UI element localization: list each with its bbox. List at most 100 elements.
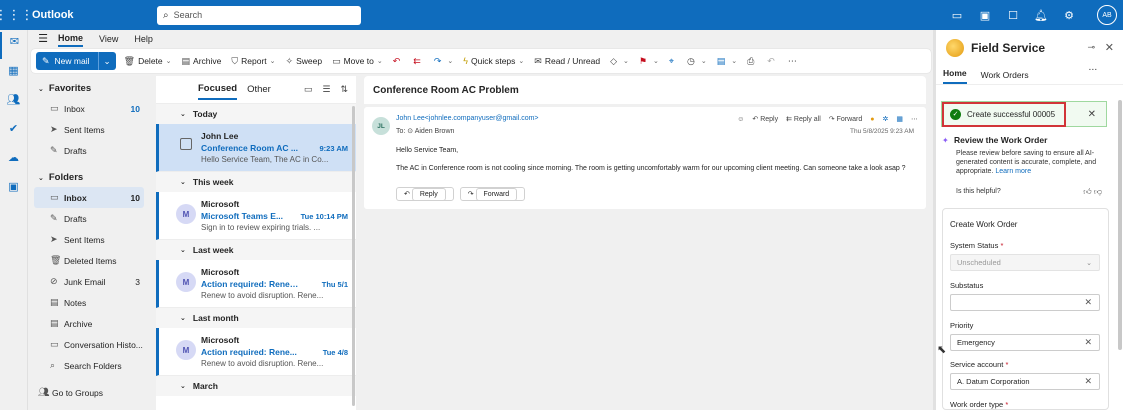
chevron-down-icon[interactable]: ⌄ <box>653 57 659 65</box>
reply-action[interactable]: ↶ Reply <box>752 115 778 123</box>
print-button[interactable]: ⎙ <box>747 56 757 67</box>
folders-header[interactable]: ⌄ Folders <box>28 165 154 187</box>
pin-button[interactable]: ⌖ <box>669 56 677 67</box>
message-item[interactable]: M Microsoft Action required: Rene... Tue… <box>156 328 356 376</box>
app-name[interactable]: Outlook <box>28 9 158 21</box>
learn-more-link[interactable]: Learn more <box>995 168 1031 175</box>
folder-inbox[interactable]: ▭ Inbox 10 <box>34 187 144 208</box>
apps-icon[interactable]: ▣ <box>0 177 27 204</box>
folder-search-folders[interactable]: ⌕ Search Folders <box>28 355 154 376</box>
todo-icon[interactable]: ✔ <box>0 119 27 146</box>
read-unread-button[interactable]: ✉ Read / Unread <box>534 56 600 67</box>
clear-icon[interactable]: ✕ <box>1084 376 1092 387</box>
favorite-drafts[interactable]: ✎ Drafts <box>28 140 154 161</box>
favorite-inbox[interactable]: ▭ Inbox 10 <box>28 98 154 119</box>
snooze-button[interactable]: ◷ ⌄ <box>687 56 707 67</box>
email-sender[interactable]: John Lee<johnlee.companyuser@gmail.com> <box>396 115 539 122</box>
app-launcher-icon[interactable]: ⋮⋮⋮ <box>0 0 34 30</box>
move-to-button[interactable]: ▭ Move to ⌄ <box>332 56 383 67</box>
thumbs-up-icon[interactable]: 👍︎ <box>1083 187 1091 196</box>
calendar-icon[interactable]: ▦ <box>0 61 27 88</box>
mail-icon[interactable]: ✉ <box>0 32 27 59</box>
my-day-icon[interactable]: ☐ <box>999 9 1027 22</box>
tab-view[interactable]: View <box>99 32 118 46</box>
go-to-groups-link[interactable]: 👥︎ Go to Groups <box>28 382 154 403</box>
message-list-scrollbar[interactable] <box>352 106 355 406</box>
select-icon[interactable]: ▭ <box>304 84 313 95</box>
delete-button[interactable]: 🗑︎ Delete ⌄ <box>124 56 172 67</box>
close-icon[interactable]: ✕ <box>1105 41 1114 54</box>
tab-home[interactable]: Home <box>58 31 84 47</box>
clear-icon[interactable]: ✕ <box>1084 297 1092 308</box>
forward-action[interactable]: ↷ Forward <box>829 115 863 123</box>
tab-work-orders[interactable]: Work Orders <box>981 70 1029 84</box>
chevron-down-icon[interactable]: ⌄ <box>270 57 276 65</box>
copilot-icon[interactable]: ✲ <box>883 115 889 123</box>
search-input[interactable]: ⌕ Search <box>157 5 361 25</box>
group-header-march[interactable]: ⌄ March <box>156 376 356 396</box>
system-status-select[interactable]: Unscheduled ⌄ <box>950 254 1100 271</box>
apps-icon[interactable]: ▦ <box>896 115 903 123</box>
panel-scrollbar[interactable] <box>1118 100 1122 350</box>
reply-all-action[interactable]: ⇇ Reply all <box>786 115 821 123</box>
folder-conversation-history[interactable]: ▭ Conversation Histo... <box>28 334 154 355</box>
chevron-down-icon[interactable]: ⌄ <box>97 52 116 70</box>
message-item[interactable]: M Microsoft Action required: Renew... Th… <box>156 260 356 308</box>
priority-input[interactable]: Emergency ✕ <box>950 334 1100 351</box>
folder-archive[interactable]: ▤ Archive <box>28 313 154 334</box>
filter-icon[interactable]: ☰ <box>322 84 330 95</box>
chevron-down-icon[interactable]: ⌄ <box>701 57 707 65</box>
folder-drafts[interactable]: ✎ Drafts <box>28 208 154 229</box>
group-header-this-week[interactable]: ⌄ This week <box>156 172 356 192</box>
field-service-addin-icon[interactable]: ● <box>870 116 874 123</box>
flag-button[interactable]: ⚑ ⌄ <box>639 56 659 67</box>
tab-help[interactable]: Help <box>134 32 153 46</box>
group-header-last-month[interactable]: ⌄ Last month <box>156 308 356 328</box>
sort-icon[interactable]: ⇅ <box>340 84 348 95</box>
folder-deleted-items[interactable]: 🗑︎ Deleted Items <box>28 250 154 271</box>
message-item[interactable]: M Microsoft Microsoft Teams E... Tue 10:… <box>156 192 356 240</box>
chevron-down-icon[interactable]: ⌄ <box>518 57 524 65</box>
emoji-icon[interactable]: ☺ <box>737 116 744 123</box>
reply-all-button[interactable]: ⇇ <box>413 56 424 67</box>
chevron-down-icon[interactable]: ⌄ <box>166 57 172 65</box>
group-header-last-week[interactable]: ⌄ Last week <box>156 240 356 260</box>
tab-home[interactable]: Home <box>943 68 967 84</box>
settings-icon[interactable]: ⚙ <box>1055 9 1083 22</box>
close-icon[interactable]: ✕ <box>1088 109 1096 120</box>
reply-button[interactable]: ↶ Reply <box>396 187 454 201</box>
new-mail-button[interactable]: ✎ New mail ⌄ <box>36 52 116 70</box>
avatar[interactable]: AB <box>1097 5 1117 25</box>
reply-button[interactable]: ↶ <box>393 56 404 67</box>
forward-button[interactable]: ↷ Forward <box>459 187 526 201</box>
teams-icon[interactable]: ▣ <box>971 9 999 22</box>
favorites-header[interactable]: ⌄ Favorites <box>28 76 154 98</box>
rules-button[interactable]: ▤ ⌄ <box>717 56 737 67</box>
message-item[interactable]: John Lee Conference Room AC ... 9:23 AM … <box>156 124 356 172</box>
clear-icon[interactable]: ✕ <box>1084 337 1092 348</box>
archive-button[interactable]: ▤ Archive <box>182 56 222 67</box>
quick-steps-button[interactable]: ϟ Quick steps ⌄ <box>463 56 524 66</box>
forward-button[interactable]: ↷ ⌄ <box>434 56 453 67</box>
substatus-input[interactable]: ✕ <box>950 294 1100 311</box>
meet-now-icon[interactable]: ▭ <box>943 9 971 22</box>
categorize-button[interactable]: ◇ ⌄ <box>610 56 629 67</box>
people-icon[interactable]: 👥︎ <box>0 90 27 117</box>
chevron-down-icon[interactable]: ⌄ <box>623 57 629 65</box>
service-account-input[interactable]: A. Datum Corporation ✕ <box>950 373 1100 390</box>
more-icon[interactable]: ⋯ <box>911 115 918 123</box>
thumbs-down-icon[interactable]: 👎︎ <box>1094 187 1102 196</box>
folder-junk-email[interactable]: ⊘ Junk Email 3 <box>28 271 154 292</box>
chevron-down-icon[interactable]: ⌄ <box>731 57 737 65</box>
pin-icon[interactable]: ⊸ <box>1087 42 1095 53</box>
folder-notes[interactable]: ▤ Notes <box>28 292 154 313</box>
undo-button[interactable]: ↶ <box>767 56 778 67</box>
chevron-down-icon[interactable]: ⌄ <box>447 57 453 65</box>
report-button[interactable]: ⛉ Report ⌄ <box>231 56 275 67</box>
notifications-icon[interactable]: 🔔︎ <box>1027 9 1055 22</box>
chevron-down-icon[interactable]: ⌄ <box>377 57 383 65</box>
sweep-button[interactable]: ✧ Sweep <box>286 56 323 67</box>
tab-other[interactable]: Other <box>247 80 271 99</box>
hamburger-icon[interactable]: ☰ <box>28 32 58 45</box>
group-header-today[interactable]: ⌄ Today <box>156 104 356 124</box>
